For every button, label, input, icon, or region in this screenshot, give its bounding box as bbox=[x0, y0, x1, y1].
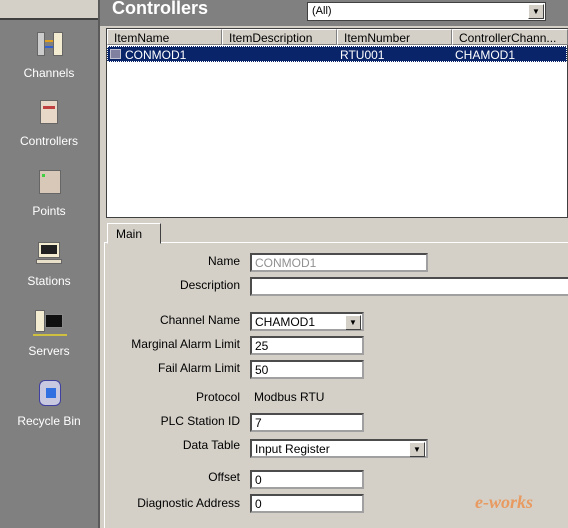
recycle-bin-icon bbox=[33, 378, 65, 408]
main-panel: Controllers (All) ▼ ItemName ItemDescript… bbox=[100, 0, 568, 528]
data-table-label: Data Table bbox=[182, 438, 240, 452]
description-field[interactable] bbox=[250, 277, 568, 296]
plc-station-label: PLC Station ID bbox=[160, 414, 240, 428]
filter-value: (All) bbox=[312, 5, 332, 17]
tab-main[interactable]: Main bbox=[107, 223, 161, 244]
name-label: Name bbox=[207, 254, 240, 268]
sidebar-item-label: Points bbox=[32, 204, 66, 218]
stations-icon bbox=[33, 238, 65, 268]
fail-alarm-field[interactable]: 50 bbox=[250, 360, 364, 379]
chevron-down-icon[interactable]: ▼ bbox=[345, 315, 361, 330]
name-field[interactable]: CONMOD1 bbox=[250, 253, 428, 272]
sidebar-item-label: Channels bbox=[23, 66, 75, 80]
column-header-itemdescription[interactable]: ItemDescription bbox=[222, 29, 337, 45]
sidebar-item-channels[interactable]: Channels bbox=[0, 30, 98, 80]
data-table-value: Input Register bbox=[255, 442, 330, 456]
offset-field[interactable]: 0 bbox=[250, 470, 364, 489]
protocol-value: Modbus RTU bbox=[254, 390, 325, 404]
description-label: Description bbox=[179, 278, 240, 292]
sidebar-item-servers[interactable]: Servers bbox=[0, 308, 98, 358]
sidebar-item-label: Controllers bbox=[19, 134, 79, 148]
fail-alarm-label: Fail Alarm Limit bbox=[157, 361, 240, 375]
controller-row-icon bbox=[110, 49, 121, 59]
channel-name-label: Channel Name bbox=[159, 313, 240, 327]
diagnostic-address-field[interactable]: 0 bbox=[250, 494, 364, 513]
header: Controllers (All) ▼ bbox=[100, 0, 568, 26]
channels-icon bbox=[33, 30, 65, 60]
sidebar-top-button[interactable] bbox=[0, 0, 98, 20]
sidebar-item-label: Stations bbox=[27, 274, 71, 288]
eworks-watermark: e-works bbox=[475, 492, 533, 512]
protocol-label: Protocol bbox=[195, 390, 240, 404]
controllers-list[interactable]: ItemName ItemDescription ItemNumber Cont… bbox=[106, 28, 568, 218]
cell-name: CONMOD1 bbox=[125, 48, 187, 62]
filter-dropdown[interactable]: (All) ▼ bbox=[307, 2, 546, 21]
sidebar-item-stations[interactable]: Stations bbox=[0, 238, 98, 288]
column-header-itemnumber[interactable]: ItemNumber bbox=[337, 29, 452, 45]
channel-name-select[interactable]: CHAMOD1 ▼ bbox=[250, 312, 364, 331]
servers-icon bbox=[33, 308, 67, 338]
offset-label: Offset bbox=[208, 470, 240, 484]
diagnostic-address-label: Diagnostic Address bbox=[137, 496, 240, 510]
marginal-alarm-field[interactable]: 25 bbox=[250, 336, 364, 355]
channel-name-value: CHAMOD1 bbox=[255, 315, 316, 329]
sidebar-item-controllers[interactable]: Controllers bbox=[0, 98, 98, 148]
column-header-itemname[interactable]: ItemName bbox=[107, 29, 222, 45]
marginal-alarm-label: Marginal Alarm Limit bbox=[131, 337, 240, 351]
cell-number: RTU001 bbox=[340, 48, 385, 62]
points-icon bbox=[33, 168, 65, 198]
sidebar-item-label: Recycle Bin bbox=[17, 414, 81, 428]
sidebar-item-recycle-bin[interactable]: Recycle Bin bbox=[0, 378, 98, 428]
controllers-icon bbox=[33, 98, 65, 128]
table-row[interactable]: CONMOD1 RTU001 CHAMOD1 bbox=[107, 46, 567, 62]
cell-channel: CHAMOD1 bbox=[455, 48, 516, 62]
sidebar-item-points[interactable]: Points bbox=[0, 168, 98, 218]
chevron-down-icon[interactable]: ▼ bbox=[409, 442, 425, 457]
data-table-select[interactable]: Input Register ▼ bbox=[250, 439, 428, 458]
chevron-down-icon[interactable]: ▼ bbox=[528, 4, 544, 19]
page-title: Controllers bbox=[112, 0, 209, 18]
sidebar-item-label: Servers bbox=[28, 344, 70, 358]
column-header-controllerchannel[interactable]: ControllerChann... bbox=[452, 29, 568, 45]
plc-station-field[interactable]: 7 bbox=[250, 413, 364, 432]
sidebar: Channels Controllers Points Stations Ser… bbox=[0, 0, 100, 528]
